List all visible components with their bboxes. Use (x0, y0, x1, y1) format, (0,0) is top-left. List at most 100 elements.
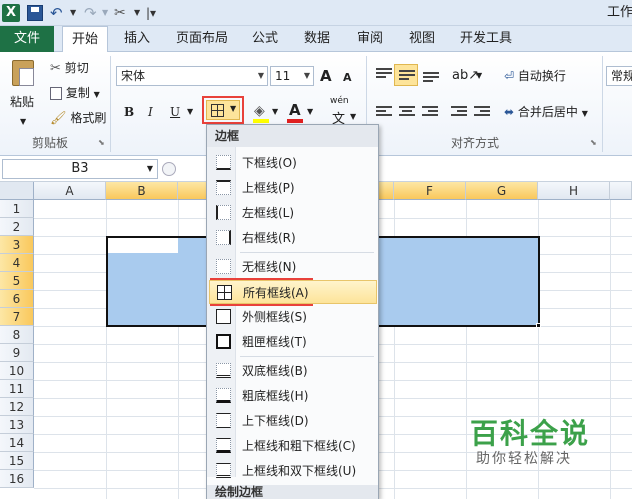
border-button[interactable]: ▼ (206, 100, 240, 120)
align-center-icon[interactable] (399, 106, 415, 120)
number-format-combo[interactable]: 常规 (606, 66, 632, 86)
tab-page-layout[interactable]: 页面布局 (170, 26, 234, 52)
menu-item-no-border[interactable]: 无框线(N) (209, 255, 377, 279)
tab-review[interactable]: 审阅 (350, 26, 390, 52)
scissors-icon: ✂ (50, 61, 61, 76)
formula-bar-divider-handle[interactable] (162, 162, 176, 176)
increase-indent-icon[interactable] (474, 106, 490, 120)
clipboard-launcher-icon[interactable]: ⬊ (98, 138, 105, 147)
merge-center-button[interactable]: ⬌ 合并后居中 ▼ (504, 102, 588, 122)
redo-icon[interactable]: ↷ (84, 4, 100, 22)
row-header-9[interactable]: 9 (0, 344, 34, 362)
orientation-dropdown-icon[interactable]: ▼ (476, 66, 482, 86)
tab-developer[interactable]: 开发工具 (454, 26, 518, 52)
align-top-icon[interactable] (376, 68, 392, 82)
column-header-b[interactable]: B (106, 182, 178, 200)
row-header-2[interactable]: 2 (0, 218, 34, 236)
redo-dropdown-icon[interactable]: ▼ (102, 4, 108, 22)
alignment-launcher-icon[interactable]: ⬊ (590, 138, 597, 147)
menu-item-thick-bottom-border[interactable]: 粗底框线(H) (209, 384, 377, 408)
save-icon[interactable] (27, 5, 43, 21)
tab-data[interactable]: 数据 (297, 26, 337, 52)
wrap-text-button[interactable]: ⏎ 自动换行 (504, 66, 566, 86)
menu-item-left-border[interactable]: 左框线(L) (209, 201, 377, 225)
row-header-11[interactable]: 11 (0, 380, 34, 398)
tab-insert[interactable]: 插入 (115, 26, 159, 52)
row-header-1[interactable]: 1 (0, 200, 34, 218)
row-header-16[interactable]: 16 (0, 470, 34, 488)
decrease-indent-icon[interactable] (451, 106, 467, 120)
font-color-button[interactable]: A (289, 100, 301, 120)
column-header-h[interactable]: H (538, 182, 610, 200)
row-header-10[interactable]: 10 (0, 362, 34, 380)
underline-dropdown-icon[interactable]: ▼ (187, 102, 193, 122)
paste-button[interactable]: 粘贴 (10, 92, 34, 112)
qat-customize-icon[interactable]: |▾ (146, 4, 156, 22)
tab-home[interactable]: 开始 (62, 26, 108, 53)
format-painter-button[interactable]: 🖌 格式刷 (50, 108, 106, 128)
name-box[interactable]: B3 ▼ (2, 159, 158, 179)
row-header-13[interactable]: 13 (0, 416, 34, 434)
row-header-14[interactable]: 14 (0, 434, 34, 452)
fill-color-icon[interactable]: ◈ (254, 101, 265, 121)
customize-tool-icon[interactable]: ✂ (114, 4, 132, 22)
clipboard-group-label: 剪贴板 (31, 136, 68, 150)
phonetic-dropdown-icon[interactable]: ▼ (350, 112, 356, 121)
row-header-3[interactable]: 3 (0, 236, 34, 254)
font-size-combo[interactable]: 11 ▼ (270, 66, 314, 86)
select-all-corner[interactable] (0, 182, 34, 200)
tab-view[interactable]: 视图 (402, 26, 442, 52)
menu-item-all-borders[interactable]: 所有框线(A) (209, 280, 377, 304)
menu-separator (240, 356, 374, 357)
font-color-dropdown-icon[interactable]: ▼ (307, 102, 313, 122)
column-header-f[interactable]: F (394, 182, 466, 200)
row-header-12[interactable]: 12 (0, 398, 34, 416)
undo-dropdown-icon[interactable]: ▼ (70, 4, 76, 22)
align-middle-button[interactable] (394, 64, 418, 86)
tool-dropdown-icon[interactable]: ▼ (134, 4, 140, 22)
menu-item-bottom-border[interactable]: 下框线(O) (209, 151, 377, 175)
tab-file[interactable]: 文件 (0, 26, 54, 52)
menu-item-top-double-bottom-border[interactable]: 上框线和双下框线(U) (209, 459, 377, 483)
bold-button[interactable]: B (124, 102, 134, 122)
thick-box-border-icon (216, 334, 231, 349)
top-double-bottom-border-icon (216, 463, 231, 478)
row-header-15[interactable]: 15 (0, 452, 34, 470)
copy-label: 复制 (65, 86, 90, 100)
align-right-icon[interactable] (422, 106, 438, 120)
menu-item-label: 无框线(N) (242, 260, 297, 274)
row-header-6[interactable]: 6 (0, 290, 34, 308)
tab-formulas[interactable]: 公式 (245, 26, 285, 52)
underline-button[interactable]: U (170, 102, 180, 122)
menu-item-top-thick-bottom-border[interactable]: 上框线和粗下框线(C) (209, 434, 377, 458)
paste-icon[interactable] (10, 58, 36, 88)
grow-font-button[interactable]: A (320, 66, 332, 86)
column-header-a[interactable]: A (34, 182, 106, 200)
outside-borders-icon (216, 309, 231, 324)
watermark-subtitle: 助你轻松解决 (476, 451, 572, 467)
row-header-4[interactable]: 4 (0, 254, 34, 272)
menu-item-top-bottom-border[interactable]: 上下框线(D) (209, 409, 377, 433)
font-name-combo[interactable]: 宋体 ▼ (116, 66, 268, 86)
row-header-7[interactable]: 7 (0, 308, 34, 326)
row-header-8[interactable]: 8 (0, 326, 34, 344)
column-header-g[interactable]: G (466, 182, 538, 200)
align-left-icon[interactable] (376, 106, 392, 120)
menu-item-thick-box-border[interactable]: 粗匣框线(T) (209, 330, 377, 354)
fill-handle[interactable] (536, 323, 541, 328)
menu-item-bottom-double-border[interactable]: 双底框线(B) (209, 359, 377, 383)
align-bottom-icon[interactable] (423, 72, 439, 86)
shrink-font-button[interactable]: A (343, 68, 352, 88)
active-cell-b3[interactable] (108, 238, 178, 253)
undo-icon[interactable]: ↶ (50, 4, 68, 22)
copy-button[interactable]: 复制 ▼ (50, 83, 100, 103)
menu-item-top-border[interactable]: 上框线(P) (209, 176, 377, 200)
phonetic-label[interactable]: wén (330, 96, 349, 106)
fill-color-dropdown-icon[interactable]: ▼ (272, 102, 278, 122)
italic-button[interactable]: I (148, 102, 153, 122)
paste-dropdown-icon[interactable]: ▼ (20, 112, 26, 132)
row-header-5[interactable]: 5 (0, 272, 34, 290)
menu-item-outside-borders[interactable]: 外侧框线(S) (209, 305, 377, 329)
cut-button[interactable]: ✂ 剪切 (50, 58, 89, 78)
menu-item-right-border[interactable]: 右框线(R) (209, 226, 377, 250)
